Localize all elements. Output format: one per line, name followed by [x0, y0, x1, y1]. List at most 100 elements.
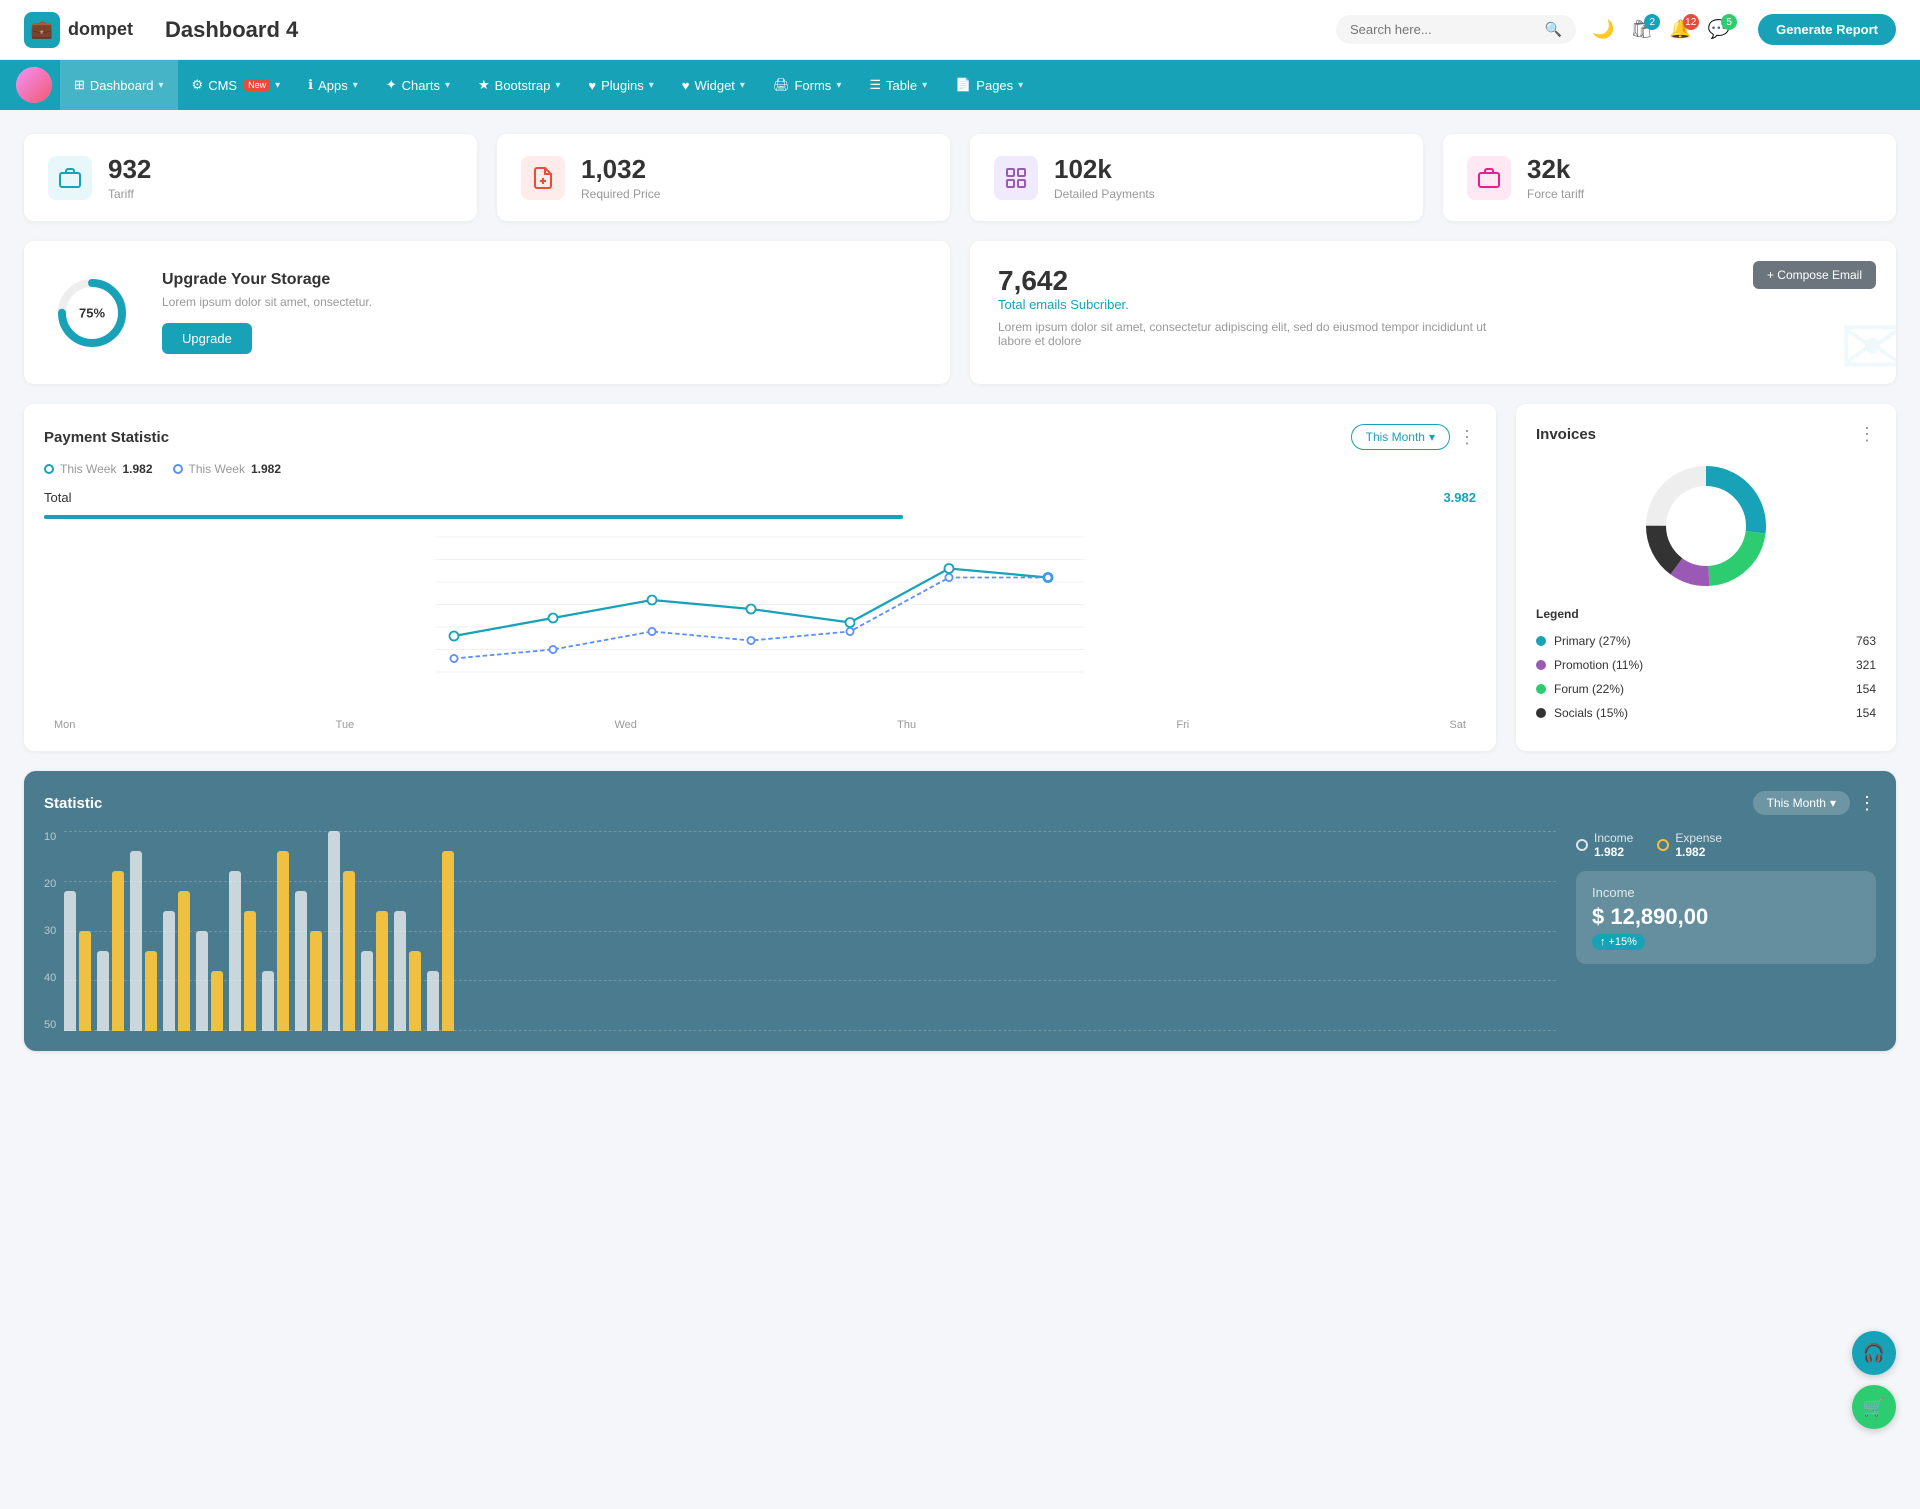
legend-color-primary	[1536, 636, 1546, 646]
message-btn[interactable]: 💬 5	[1708, 19, 1730, 40]
statistic-card: Statistic This Month ▾ ⋮ 50 40 30 20	[24, 771, 1896, 1051]
legend-val-1: 1.982	[122, 462, 152, 476]
dark-mode-btn[interactable]: 🌙	[1592, 19, 1614, 40]
chevron-down-icon-plugins: ▾	[649, 80, 654, 91]
legend-left-primary: Primary (27%)	[1536, 634, 1631, 648]
stat-legend-expense-info: Expense 1.982	[1675, 831, 1722, 859]
statistic-more-btn[interactable]: ⋮	[1858, 793, 1876, 814]
payment-total-row: Total 3.982	[44, 484, 1476, 511]
bar-group-4	[163, 891, 190, 1031]
email-description: Lorem ipsum dolor sit amet, consectetur …	[998, 320, 1520, 348]
stat-chevron-icon: ▾	[1830, 796, 1836, 810]
bars-container	[64, 831, 1556, 1031]
nav-item-widget[interactable]: ♥ Widget ▾	[668, 60, 759, 110]
invoices-title: Invoices	[1536, 426, 1596, 443]
expense-legend-label: Expense	[1675, 831, 1722, 845]
navbar: ⊞ Dashboard ▾ ⚙ CMS New ▾ ℹ Apps ▾ ✦ Cha…	[0, 60, 1920, 110]
upgrade-button[interactable]: Upgrade	[162, 323, 252, 354]
bar-yellow-3	[145, 951, 157, 1031]
invoices-header: Invoices ⋮	[1536, 424, 1876, 445]
chevron-down-icon-widget: ▾	[740, 80, 745, 91]
invoices-more-btn[interactable]: ⋮	[1858, 424, 1876, 445]
middle-row: 75% Upgrade Your Storage Lorem ipsum dol…	[24, 241, 1896, 384]
statistic-title: Statistic	[44, 795, 102, 812]
legend-color-forum	[1536, 684, 1546, 694]
bar-yellow-12	[442, 851, 454, 1031]
expense-dot	[1657, 839, 1669, 851]
legend-value-socials: 154	[1856, 706, 1876, 720]
x-label-mon: Mon	[54, 719, 75, 731]
chevron-down-icon-apps: ▾	[353, 80, 358, 91]
nav-avatar	[16, 67, 52, 103]
chevron-down-icon: ▾	[159, 80, 164, 91]
forms-icon: 🖨	[773, 77, 790, 93]
bar-yellow-5	[211, 971, 223, 1031]
dashboard-icon: ⊞	[74, 77, 85, 93]
payment-header: Payment Statistic This Month ▾ ⋮	[44, 424, 1476, 450]
payment-legend: This Week 1.982 This Week 1.982	[44, 462, 1476, 476]
bar-yellow-6	[244, 911, 256, 1031]
bar-white-9	[328, 831, 340, 1031]
email-background-icon: ✉	[1839, 301, 1896, 384]
income-section: Income $ 12,890,00 ↑ +15%	[1576, 871, 1876, 964]
bar-group-10	[361, 911, 388, 1031]
donut-chart-container	[1536, 461, 1876, 591]
nav-item-bootstrap[interactable]: ★ Bootstrap ▾	[464, 60, 574, 110]
legend-row-socials: Socials (15%) 154	[1536, 701, 1876, 725]
charts-row: Payment Statistic This Month ▾ ⋮ This We…	[24, 404, 1896, 751]
apps-icon: ℹ	[308, 77, 313, 93]
nav-item-pages[interactable]: 📄 Pages ▾	[941, 60, 1037, 110]
bar-chart-area: 50 40 30 20 10	[44, 831, 1556, 1031]
nav-item-dashboard[interactable]: ⊞ Dashboard ▾	[60, 60, 178, 110]
bar-yellow-11	[409, 951, 421, 1031]
payment-more-btn[interactable]: ⋮	[1458, 427, 1476, 448]
plugins-icon: ♥	[588, 78, 596, 93]
page-title: Dashboard 4	[165, 17, 1336, 43]
y-label-40: 40	[44, 972, 56, 984]
nav-item-cms[interactable]: ⚙ CMS New ▾	[178, 60, 295, 110]
header: 💼 dompet Dashboard 4 🔍 🌙 🛍 2 🔔 12 💬 5 Ge…	[0, 0, 1920, 60]
required-price-icon	[521, 156, 565, 200]
bar-white-11	[394, 911, 406, 1031]
line-chart-svg	[44, 519, 1476, 699]
legend-item-2: This Week 1.982	[173, 462, 282, 476]
stat-legend-income-info: Income 1.982	[1594, 831, 1633, 859]
stat-card-tariff: 932 Tariff	[24, 134, 477, 221]
generate-report-btn[interactable]: Generate Report	[1758, 14, 1896, 45]
nav-item-table[interactable]: ☰ Table ▾	[855, 60, 941, 110]
statistic-month-btn[interactable]: This Month ▾	[1753, 791, 1850, 815]
nav-item-charts[interactable]: ✦ Charts ▾	[372, 60, 464, 110]
stat-card-force-tariff: 32k Force tariff	[1443, 134, 1896, 221]
bar-yellow-7	[277, 851, 289, 1031]
stat-card-detailed-payments: 102k Detailed Payments	[970, 134, 1423, 221]
legend-value-promotion: 321	[1856, 658, 1876, 672]
income-dot	[1576, 839, 1588, 851]
nav-item-forms[interactable]: 🖨 Forms ▾	[759, 60, 855, 110]
nav-label-plugins: Plugins	[601, 78, 644, 93]
logo-icon: 💼	[24, 12, 60, 48]
chevron-down-icon-forms: ▾	[836, 80, 841, 91]
bar-group-3	[130, 851, 157, 1031]
month-filter-btn[interactable]: This Month ▾	[1351, 424, 1450, 450]
line-chart-area	[44, 519, 1476, 719]
search-input[interactable]	[1350, 22, 1537, 37]
legend-item-1: This Week 1.982	[44, 462, 153, 476]
detailed-payments-icon	[994, 156, 1038, 200]
y-label-30: 30	[44, 925, 56, 937]
income-legend-label: Income	[1594, 831, 1633, 845]
nav-item-apps[interactable]: ℹ Apps ▾	[294, 60, 372, 110]
fab-container: 🎧 🛒	[1852, 1331, 1896, 1429]
y-label-10: 10	[44, 831, 56, 843]
bar-group-1	[64, 891, 91, 1031]
bar-yellow-2	[112, 871, 124, 1031]
force-tariff-icon	[1467, 156, 1511, 200]
legend-dot-blue	[173, 464, 183, 474]
compose-email-btn[interactable]: + Compose Email	[1753, 261, 1876, 289]
cart-btn[interactable]: 🛍 2	[1630, 19, 1653, 40]
notification-btn[interactable]: 🔔 12	[1669, 19, 1691, 40]
fab-headset-btn[interactable]: 🎧	[1852, 1331, 1896, 1375]
nav-item-plugins[interactable]: ♥ Plugins ▾	[574, 60, 667, 110]
statistic-controls: This Month ▾ ⋮	[1753, 791, 1876, 815]
fab-cart-btn[interactable]: 🛒	[1852, 1385, 1896, 1429]
storage-percent: 75%	[79, 305, 105, 320]
